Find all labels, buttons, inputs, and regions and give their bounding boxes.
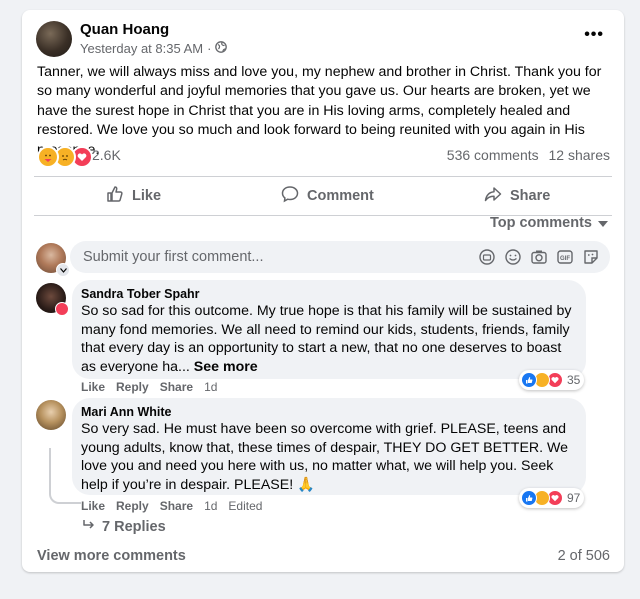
avatar-sticker-icon[interactable] bbox=[478, 248, 496, 266]
comments-count[interactable]: 536 comments bbox=[447, 147, 539, 163]
comment-text: So so sad for this outcome. My true hope… bbox=[81, 302, 577, 376]
author-avatar[interactable] bbox=[36, 21, 72, 57]
comment-time[interactable]: 1d bbox=[204, 499, 217, 513]
gif-icon[interactable]: GIF bbox=[556, 248, 574, 266]
commenter-avatar[interactable] bbox=[36, 400, 66, 430]
comment-share-link[interactable]: Share bbox=[160, 380, 193, 394]
more-options-button[interactable]: ••• bbox=[584, 26, 604, 44]
like-emoji-icon bbox=[521, 490, 537, 506]
thumbs-up-icon bbox=[106, 185, 124, 207]
comment-text: So very sad. He must have been so overco… bbox=[81, 421, 569, 493]
comment-like-link[interactable]: Like bbox=[81, 499, 105, 513]
comment-input[interactable]: Submit your first comment... GIF bbox=[70, 241, 610, 273]
post-meta: Yesterday at 8:35 AM · bbox=[80, 41, 228, 56]
comment-like-link[interactable]: Like bbox=[81, 380, 105, 394]
globe-icon bbox=[215, 41, 228, 56]
comment-reactions[interactable]: 35 bbox=[519, 370, 585, 390]
post-counts: 536 comments 12 shares bbox=[447, 146, 610, 164]
comment-reactions[interactable]: 97 bbox=[519, 488, 585, 508]
reaction-count[interactable]: 2.6K bbox=[92, 146, 121, 164]
sort-label: Top comments bbox=[489, 215, 592, 231]
post-timestamp[interactable]: Yesterday at 8:35 AM bbox=[80, 41, 203, 56]
comment-time[interactable]: 1d bbox=[204, 380, 217, 394]
svg-text:GIF: GIF bbox=[560, 256, 570, 262]
comment-share-link[interactable]: Share bbox=[160, 499, 193, 513]
replies-label: 7 Replies bbox=[102, 519, 166, 535]
divider bbox=[34, 176, 612, 177]
comment-bubble: Sandra Tober Spahr So so sad for this ou… bbox=[72, 280, 586, 379]
care-emoji-icon bbox=[37, 146, 59, 168]
post-card: Quan Hoang Yesterday at 8:35 AM · ••• Ta… bbox=[22, 10, 624, 572]
post-reactions[interactable] bbox=[37, 146, 93, 168]
share-button[interactable]: Share bbox=[484, 178, 550, 214]
shares-count[interactable]: 12 shares bbox=[549, 147, 610, 163]
comment-actions: Like Reply Share 1d bbox=[81, 380, 217, 394]
comment-reply-link[interactable]: Reply bbox=[116, 380, 149, 394]
comment-label: Comment bbox=[307, 188, 374, 204]
comment-input-placeholder: Submit your first comment... bbox=[83, 249, 264, 265]
comment-input-tools: GIF bbox=[478, 248, 600, 266]
sticker-icon[interactable] bbox=[582, 248, 600, 266]
comment-author[interactable]: Sandra Tober Spahr bbox=[81, 287, 200, 301]
share-label: Share bbox=[510, 188, 551, 204]
reply-arrow-icon bbox=[82, 519, 96, 535]
comment-text-body: So so sad for this outcome. My true hope… bbox=[81, 303, 572, 375]
comment-pager: 2 of 506 bbox=[557, 548, 610, 564]
meta-separator: · bbox=[207, 41, 212, 56]
comment-reaction-count: 97 bbox=[567, 491, 581, 505]
comment-actions: Like Reply Share 1d Edited bbox=[81, 499, 262, 513]
comment-sort-dropdown[interactable]: Top comments bbox=[490, 215, 608, 231]
see-more-link[interactable]: See more bbox=[194, 359, 258, 375]
post-author[interactable]: Quan Hoang bbox=[80, 21, 169, 38]
comment-reply-link[interactable]: Reply bbox=[116, 499, 149, 513]
comment-icon bbox=[281, 185, 299, 207]
comment-reaction-count: 35 bbox=[567, 373, 581, 387]
like-emoji-icon bbox=[521, 372, 537, 388]
comment-author[interactable]: Mari Ann White bbox=[81, 405, 172, 419]
emoji-icon[interactable] bbox=[504, 248, 522, 266]
chevron-down-icon[interactable] bbox=[56, 263, 70, 277]
avatar-badge-icon bbox=[55, 302, 69, 316]
like-button[interactable]: Like bbox=[106, 178, 161, 214]
comment-edited-label[interactable]: Edited bbox=[228, 499, 262, 513]
view-replies-link[interactable]: 7 Replies bbox=[82, 519, 166, 535]
camera-icon[interactable] bbox=[530, 248, 548, 266]
caret-down-icon bbox=[598, 215, 608, 231]
share-icon bbox=[484, 185, 502, 207]
view-more-comments-link[interactable]: View more comments bbox=[37, 548, 186, 564]
like-label: Like bbox=[132, 188, 162, 204]
comment-bubble: Mari Ann White So very sad. He must have… bbox=[72, 398, 586, 495]
comment-button[interactable]: Comment bbox=[281, 178, 374, 214]
